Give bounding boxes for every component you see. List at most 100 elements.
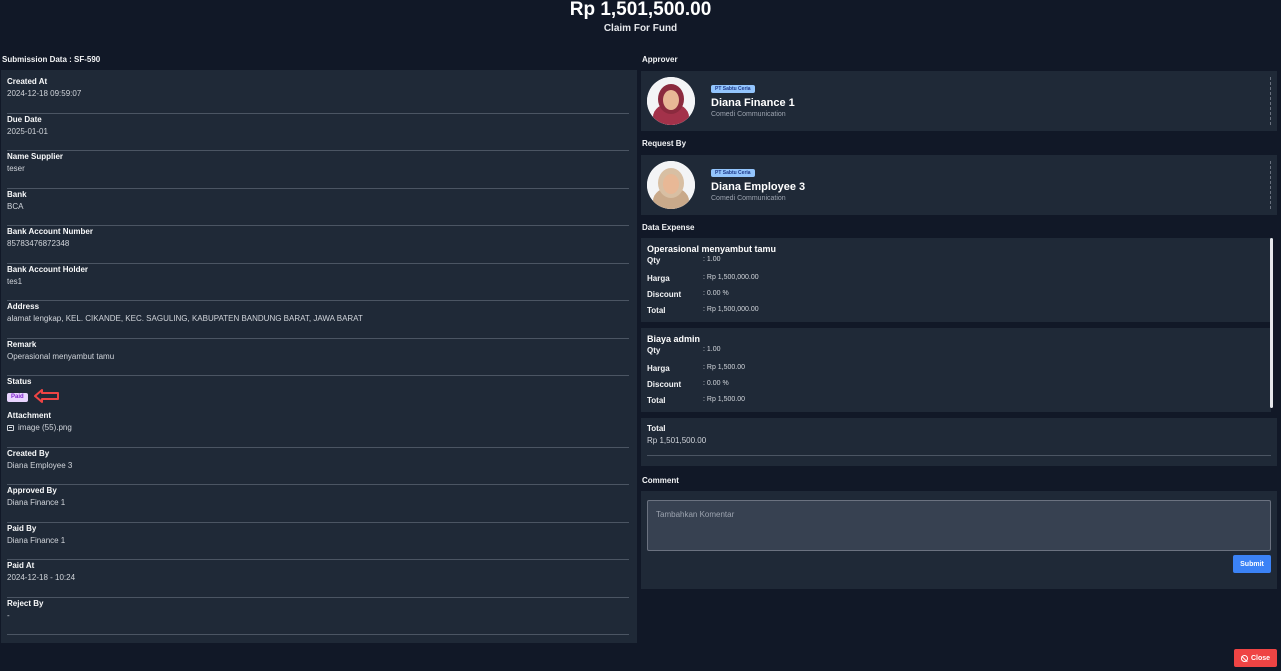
scrollbar[interactable] <box>1270 238 1273 408</box>
field-approved-by: Approved By Diana Finance 1 <box>7 485 629 523</box>
expense-key: Qty <box>647 346 661 355</box>
list-item: Biaya admin Qty : 1.00 Harga : Rp 1,500.… <box>641 328 1271 412</box>
submission-title: Submission Data : SF-590 <box>2 55 101 64</box>
field-label: Paid At <box>7 561 35 570</box>
expense-row: Harga : Rp 1,500,000.00 <box>647 271 1271 287</box>
approver-name: Diana Finance 1 <box>711 97 795 109</box>
field-status: Status Paid <box>7 376 629 410</box>
expense-item-title: Biaya admin <box>647 334 701 344</box>
status-badge: Paid <box>7 393 28 403</box>
requester-card: PT Sabtu Ceria Diana Employee 3 Comedi C… <box>641 155 1277 215</box>
submit-button[interactable]: Submit <box>1233 555 1271 573</box>
attachment-link[interactable]: image (55).png <box>7 423 629 433</box>
field-value: Diana Finance 1 <box>7 498 66 507</box>
expense-row: Total : Rp 1,500.00 <box>647 393 1271 409</box>
comment-title: Comment <box>642 476 679 485</box>
close-button[interactable]: Close <box>1234 649 1277 667</box>
ban-icon <box>1240 654 1248 662</box>
field-label: Due Date <box>7 114 42 124</box>
expense-title: Data Expense <box>642 223 695 232</box>
total-value: Rp 1,501,500.00 <box>647 436 707 445</box>
field-created-by: Created By Diana Employee 3 <box>7 448 629 485</box>
expense-value: : 1.00 <box>703 346 721 353</box>
expense-row: Qty : 1.00 <box>647 345 1271 361</box>
expense-value: : 0.00 % <box>703 380 729 387</box>
divider <box>1270 77 1271 125</box>
field-label: Attachment <box>7 411 52 420</box>
expense-list[interactable]: Operasional menyambut tamu Qty : 1.00 Ha… <box>641 238 1277 413</box>
expense-value: : 0.00 % <box>703 290 729 297</box>
field-label: Created At <box>7 77 48 86</box>
expense-key: Discount <box>647 290 682 299</box>
field-label: Bank <box>7 189 27 199</box>
field-value: Diana Finance 1 <box>7 535 66 545</box>
requester-dept: Comedi Communication <box>711 195 786 202</box>
list-item: Operasional menyambut tamu Qty : 1.00 Ha… <box>641 238 1271 322</box>
field-label: Created By <box>7 448 50 458</box>
expense-row: Discount : 0.00 % <box>647 377 1271 393</box>
approver-title: Approver <box>642 55 678 64</box>
field-bank-account-number: Bank Account Number 85783476872348 <box>7 226 629 264</box>
expense-row: Total : Rp 1,500,000.00 <box>647 303 1271 319</box>
field-label: Bank Account Holder <box>7 264 89 274</box>
field-remark: Remark Operasional menyambut tamu <box>7 339 629 376</box>
field-value: 2024-12-18 - 10:24 <box>7 573 76 582</box>
page-header: Rp 1,501,500.00 Claim For Fund <box>0 0 1281 44</box>
requester-name: Diana Employee 3 <box>711 181 806 193</box>
field-value: Diana Employee 3 <box>7 460 73 470</box>
field-bank: Bank BCA <box>7 189 629 226</box>
field-label: Remark <box>7 339 37 349</box>
expense-key: Discount <box>647 380 682 389</box>
field-value: 2025-01-01 <box>7 126 48 136</box>
status-value-wrap: Paid <box>7 389 629 403</box>
attachment-filename[interactable]: image (55).png <box>18 423 72 432</box>
company-badge: PT Sabtu Ceria <box>711 169 755 177</box>
image-icon <box>7 425 14 431</box>
field-value: - <box>7 610 10 620</box>
claim-subtitle: Claim For Fund <box>603 23 678 34</box>
field-label: Status <box>7 377 32 386</box>
expense-row: Harga : Rp 1,500.00 <box>647 361 1271 377</box>
divider <box>1270 161 1271 209</box>
field-reject-by: Reject By - <box>7 598 629 635</box>
field-paid-at: Paid At 2024-12-18 - 10:24 <box>7 560 629 598</box>
field-value: 2024-12-18 09:59:07 <box>7 89 82 98</box>
expense-item-title: Operasional menyambut tamu <box>647 244 777 254</box>
expense-key: Harga <box>647 274 670 283</box>
field-label: Reject By <box>7 598 44 608</box>
field-label: Address <box>7 302 40 311</box>
expense-row: Discount : 0.00 % <box>647 287 1271 303</box>
field-bank-account-holder: Bank Account Holder tes1 <box>7 264 629 301</box>
avatar <box>647 161 695 209</box>
divider <box>647 455 1271 456</box>
user-photo-icon <box>647 77 695 125</box>
field-due-date: Due Date 2025-01-01 <box>7 114 629 151</box>
expense-value: : Rp 1,500,000.00 <box>703 306 759 313</box>
field-attachment: Attachment image (55).png <box>7 410 629 448</box>
total-card: Total Rp 1,501,500.00 <box>641 418 1277 466</box>
field-name-supplier: Name Supplier teser <box>7 151 629 189</box>
claim-amount: Rp 1,501,500.00 <box>569 0 712 20</box>
field-created-at: Created At 2024-12-18 09:59:07 <box>7 76 629 114</box>
expense-value: : 1.00 <box>703 256 721 263</box>
user-photo-icon <box>647 161 695 209</box>
request-by-title: Request By <box>642 139 687 148</box>
field-address: Address alamat lengkap, KEL. CIKANDE, KE… <box>7 301 629 339</box>
expense-key: Total <box>647 396 666 405</box>
field-label: Bank Account Number <box>7 227 93 236</box>
approver-dept: Comedi Communication <box>711 111 786 118</box>
company-badge: PT Sabtu Ceria <box>711 85 755 93</box>
expense-row: Qty : 1.00 <box>647 255 1271 271</box>
expense-key: Harga <box>647 364 670 373</box>
expense-value: : Rp 1,500,000.00 <box>703 274 759 281</box>
comment-input[interactable] <box>647 500 1271 551</box>
field-label: Approved By <box>7 486 57 495</box>
expense-key: Qty <box>647 256 661 265</box>
field-paid-by: Paid By Diana Finance 1 <box>7 523 629 560</box>
submission-panel: Created At 2024-12-18 09:59:07 Due Date … <box>1 70 637 643</box>
field-label: Paid By <box>7 523 37 533</box>
comment-card: Submit <box>641 491 1277 589</box>
expense-value: : Rp 1,500.00 <box>703 396 746 403</box>
field-value: 85783476872348 <box>7 239 70 248</box>
total-label: Total <box>647 424 666 433</box>
